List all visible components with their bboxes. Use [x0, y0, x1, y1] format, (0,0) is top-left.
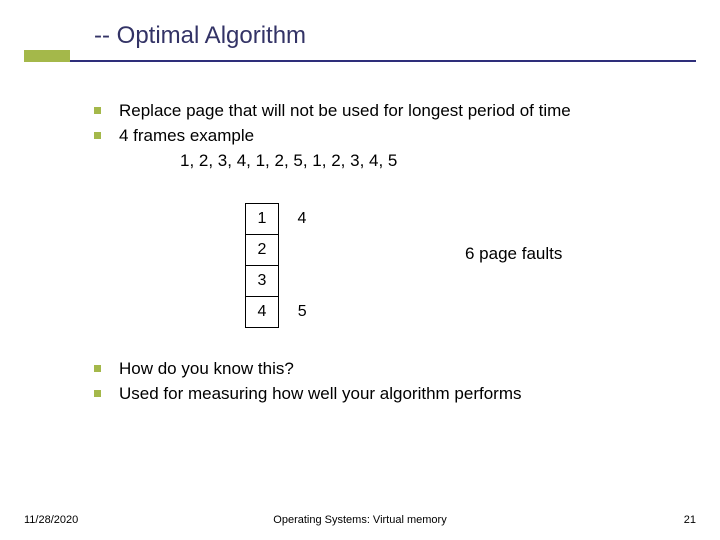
frame-side-cell	[279, 265, 319, 296]
page-faults-label: 6 page faults	[465, 243, 562, 266]
slide-content: Replace page that will not be used for l…	[70, 100, 680, 408]
slide: -- Optimal Algorithm Replace page that w…	[0, 0, 720, 540]
title-underline	[24, 60, 696, 62]
bullet-item: Used for measuring how well your algorit…	[70, 383, 680, 406]
frame-cell: 2	[246, 234, 279, 265]
bullet-icon	[94, 390, 101, 397]
bullet-text: 4 frames example	[119, 125, 254, 148]
bullet-text: Used for measuring how well your algorit…	[119, 383, 522, 406]
frame-side-cell: 5	[279, 296, 319, 327]
footer-title: Operating Systems: Virtual memory	[0, 514, 720, 526]
table-row: 2	[246, 234, 319, 265]
frame-side-cell: 4	[279, 203, 319, 234]
lower-bullets: How do you know this? Used for measuring…	[70, 358, 680, 406]
footer-page-number: 21	[684, 514, 696, 526]
slide-title: -- Optimal Algorithm	[94, 22, 306, 50]
bullet-text: How do you know this?	[119, 358, 294, 381]
frames-diagram: 1 4 2 3 4 5 6 page faults	[245, 203, 680, 338]
bullet-icon	[94, 107, 101, 114]
table-row: 1 4	[246, 203, 319, 234]
title-accent-box	[24, 50, 70, 62]
frame-side-cell	[279, 234, 319, 265]
bullet-item: Replace page that will not be used for l…	[70, 100, 680, 123]
bullet-item: 4 frames example	[70, 125, 680, 148]
bullet-icon	[94, 365, 101, 372]
frame-cell: 4	[246, 296, 279, 327]
frame-cell: 3	[246, 265, 279, 296]
table-row: 4 5	[246, 296, 319, 327]
bullet-icon	[94, 132, 101, 139]
reference-string: 1, 2, 3, 4, 1, 2, 5, 1, 2, 3, 4, 5	[180, 150, 680, 173]
bullet-item: How do you know this?	[70, 358, 680, 381]
frames-table: 1 4 2 3 4 5	[245, 203, 319, 328]
table-row: 3	[246, 265, 319, 296]
frame-cell: 1	[246, 203, 279, 234]
bullet-text: Replace page that will not be used for l…	[119, 100, 571, 123]
